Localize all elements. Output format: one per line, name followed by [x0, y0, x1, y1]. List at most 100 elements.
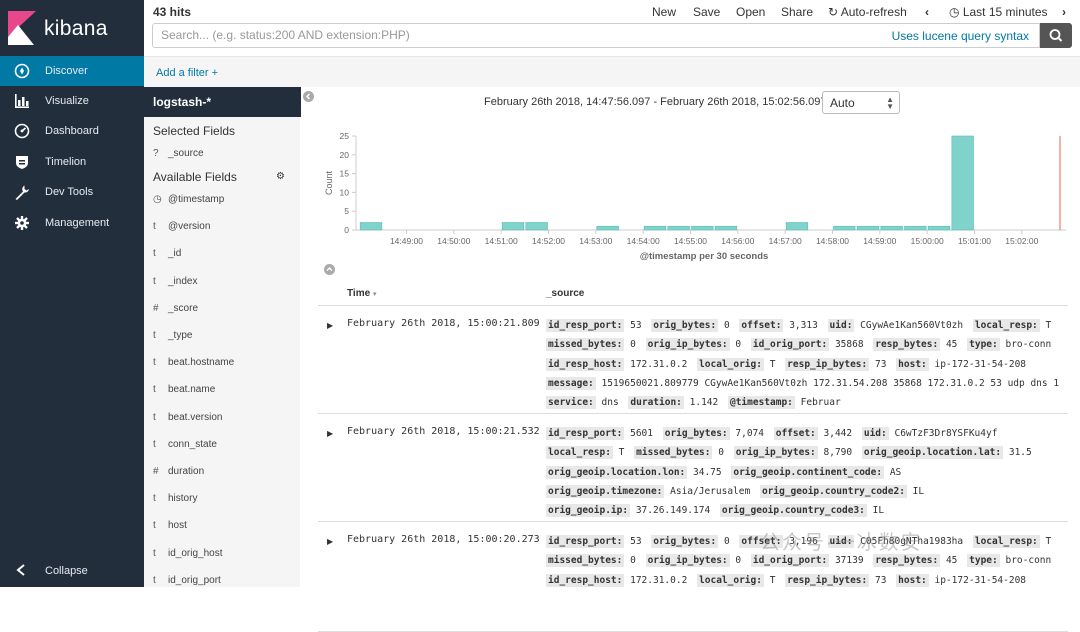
field-type-icon: # — [153, 302, 159, 314]
column-header-time[interactable]: Time ▾ — [347, 288, 376, 299]
source-field: @timestamp: Februar — [727, 396, 841, 410]
nav-item-dashboard[interactable]: Dashboard — [0, 116, 144, 146]
available-field-item[interactable]: t conn_state — [153, 439, 217, 453]
x-tick-label: 14:52:00 — [532, 236, 565, 246]
row-time: February 26th 2018, 15:00:20.273 — [347, 534, 540, 545]
expand-row-icon[interactable]: ▶ — [327, 537, 333, 546]
field-type-icon: # — [153, 466, 159, 477]
sidebar-collapse-button[interactable] — [303, 91, 314, 102]
available-field-item[interactable]: t beat.name — [153, 384, 215, 398]
x-tick-label: 15:00:00 — [911, 236, 944, 246]
index-pattern-selector[interactable]: logstash-* — [144, 87, 301, 117]
source-field: local_orig: T — [697, 357, 775, 371]
shield-icon — [14, 154, 30, 170]
y-tick-label: 20 — [340, 150, 350, 160]
source-field-value: 3,313 — [789, 320, 818, 331]
source-field-key: offset: — [773, 427, 818, 440]
available-field-item[interactable]: t _index — [153, 276, 197, 290]
auto-refresh-button[interactable]: ↻ Auto-refresh — [828, 5, 907, 19]
source-field: missed_bytes: 0 — [546, 554, 636, 568]
source-field: resp_ip_bytes: 73 — [785, 357, 886, 371]
column-header-source: _source — [546, 288, 585, 299]
source-field: id_resp_port: 5601 — [546, 427, 653, 440]
selected-field-item[interactable]: ? _source — [153, 148, 204, 162]
field-name: beat.version — [168, 411, 223, 423]
y-axis-title: Count — [324, 171, 334, 196]
available-field-item[interactable]: t beat.version — [153, 412, 222, 426]
available-fields-title: Available Fields — [153, 170, 237, 184]
nav-item-visualize[interactable]: Visualize — [0, 86, 144, 116]
source-field: uid: C6wTzF3Dr8YSFKu4yf — [861, 427, 997, 440]
kibana-logo[interactable]: kibana — [8, 11, 138, 47]
source-field: orig_bytes: 7,074 — [662, 427, 764, 440]
source-field-key: local_resp: — [972, 319, 1040, 332]
source-field: uid: CGywAe1Kan560Vt0zh — [827, 319, 963, 332]
open-button[interactable]: Open — [736, 5, 765, 19]
y-tick-label: 15 — [340, 169, 350, 179]
available-field-item[interactable]: t id_orig_host — [153, 548, 222, 562]
available-field-item[interactable]: t history — [153, 493, 197, 507]
nav-item-discover[interactable]: Discover — [0, 56, 144, 86]
source-field: orig_geoip.ip: 37.26.149.174 — [546, 504, 710, 518]
add-filter-link[interactable]: Add a filter + — [156, 67, 218, 79]
collapse-button[interactable]: Collapse — [0, 556, 144, 586]
available-field-item[interactable]: t _id — [153, 248, 181, 262]
field-type-icon: t — [153, 248, 156, 260]
table-row: ▶ February 26th 2018, 15:00:20.273 id_resp… — [318, 522, 1068, 632]
expand-row-icon[interactable]: ▶ — [327, 429, 333, 438]
time-forward-button[interactable]: › — [1062, 5, 1066, 19]
time-range-text: February 26th 2018, 14:47:56.097 - Febru… — [484, 96, 841, 108]
interval-select[interactable]: Auto ▲ ▼ — [822, 91, 900, 114]
x-axis-title: @timestamp per 30 seconds — [640, 251, 769, 262]
histogram-bar — [880, 225, 903, 231]
field-settings-gear-icon[interactable]: ⚙ — [276, 171, 285, 182]
source-field-key: local_resp: — [972, 535, 1040, 548]
x-tick-label: 14:54:00 — [627, 236, 660, 246]
time-back-button[interactable]: ‹ — [925, 5, 929, 19]
available-field-item[interactable]: ◷ @timestamp — [153, 194, 224, 208]
chart-collapse-button[interactable] — [324, 264, 335, 275]
compass-icon — [14, 63, 30, 79]
new-button[interactable]: New — [652, 5, 676, 19]
nav-item-management[interactable]: Management — [0, 208, 144, 238]
source-field-value: 0 — [723, 536, 730, 547]
available-field-item[interactable]: t beat.hostname — [153, 357, 234, 371]
field-name: id_orig_port — [168, 574, 221, 586]
search-input[interactable] — [161, 28, 861, 42]
available-field-item[interactable]: t _type — [153, 330, 192, 344]
share-button[interactable]: Share — [781, 5, 813, 19]
timepicker-button[interactable]: ◷ Last 15 minutes — [949, 5, 1048, 19]
nav-item-dev-tools[interactable]: Dev Tools — [0, 177, 144, 207]
source-field-key: orig_bytes: — [651, 535, 719, 548]
x-tick-label: 14:55:00 — [674, 236, 707, 246]
lucene-syntax-link[interactable]: Uses lucene query syntax — [892, 29, 1029, 43]
source-field-value: Februar — [800, 397, 841, 409]
source-field-value: 0 — [630, 555, 636, 567]
source-field: id_resp_host: 172.31.0.2 — [546, 573, 687, 587]
source-field-key: id_resp_port: — [546, 427, 625, 440]
field-name: @version — [168, 221, 211, 233]
chevron-right-icon: › — [1062, 5, 1066, 19]
clock-icon: ◷ — [153, 194, 162, 205]
nav-item-timelion[interactable]: Timelion — [0, 147, 144, 177]
expand-row-icon[interactable]: ▶ — [327, 321, 333, 330]
save-button[interactable]: Save — [693, 5, 720, 19]
clock-icon: ◷ — [949, 5, 960, 19]
histogram-chart: 0 5 10 15 20 25 14:49:00 14:50:00 14:51:00 14:52:… — [324, 131, 1066, 262]
available-field-item[interactable]: t @version — [153, 221, 210, 235]
source-field-value: dns — [601, 397, 619, 409]
source-field-value: 0 — [718, 447, 724, 459]
source-field-value: T — [769, 574, 776, 586]
search-button[interactable] — [1040, 23, 1072, 48]
collapse-icon — [14, 563, 30, 579]
available-field-item[interactable]: t host — [153, 520, 187, 534]
source-field-key: orig_ip_bytes: — [733, 446, 818, 460]
source-field: resp_bytes: 45 — [873, 554, 957, 568]
x-tick-label: 14:57:00 — [769, 236, 802, 246]
available-field-item[interactable]: # duration — [153, 466, 204, 480]
nav-item-label: Dev Tools — [45, 186, 94, 198]
available-field-item[interactable]: # _score — [153, 303, 198, 317]
source-field-value: 3,442 — [823, 428, 853, 439]
y-tick-label: 25 — [340, 131, 350, 141]
histogram-bar — [714, 225, 738, 231]
